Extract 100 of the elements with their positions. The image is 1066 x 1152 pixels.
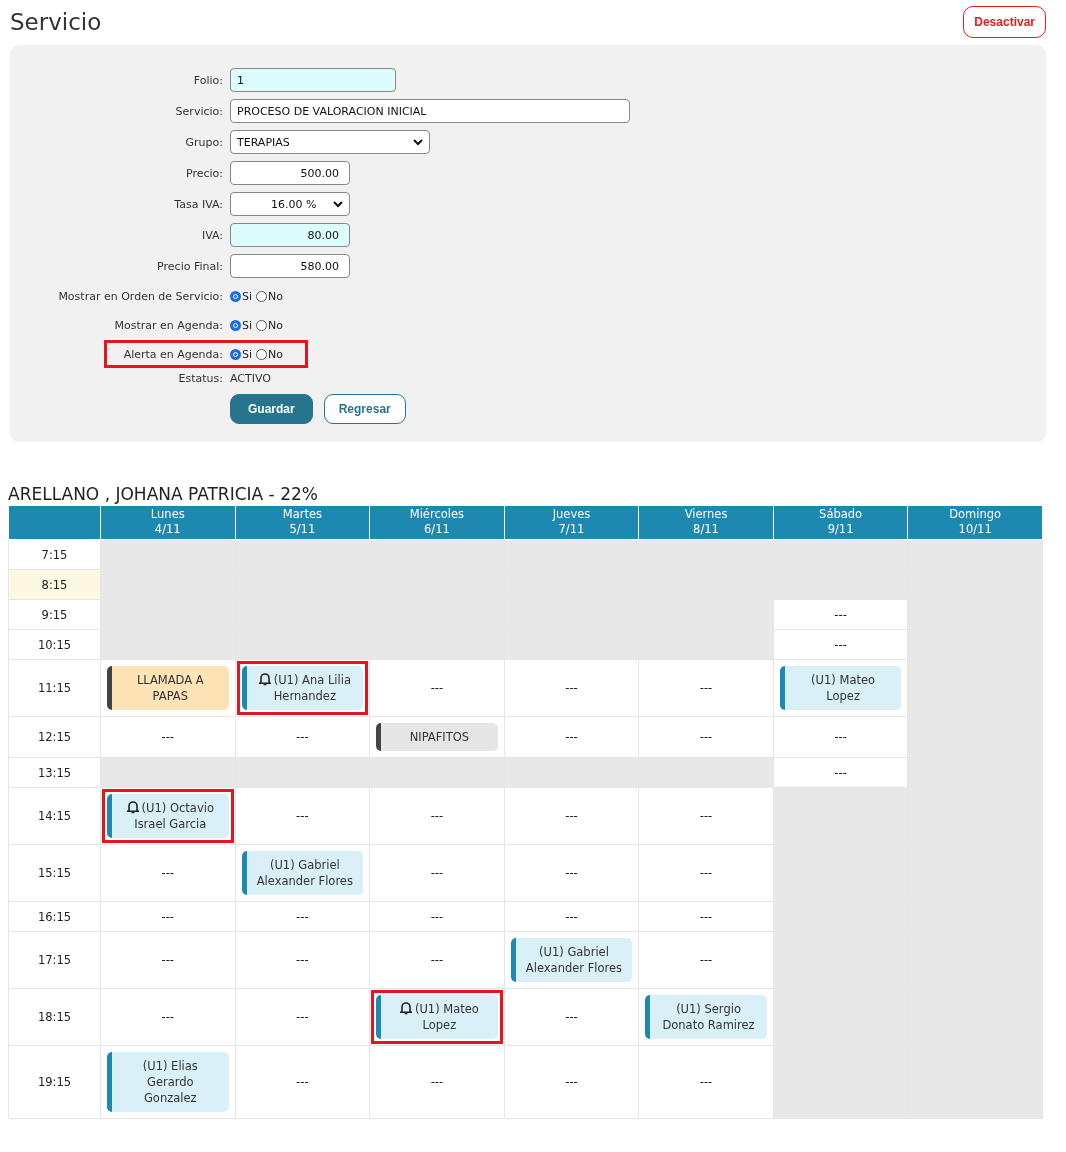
radio-label[interactable]: No — [268, 289, 283, 303]
empty-slot[interactable]: --- — [100, 931, 236, 989]
field-label: Alerta en Agenda: — [122, 346, 223, 363]
empty-slot[interactable]: --- — [369, 659, 505, 717]
radio-button[interactable] — [230, 290, 241, 302]
radio-button[interactable] — [256, 319, 268, 331]
select-field[interactable]: TERAPIAS — [230, 130, 430, 154]
empty-slot[interactable]: --- — [638, 787, 774, 845]
empty-slot[interactable]: --- — [504, 844, 639, 902]
chevron-icon — [333, 200, 343, 208]
empty-slot[interactable]: --- — [638, 844, 774, 902]
empty-slot[interactable]: --- — [638, 716, 774, 758]
field-label: Grupo: — [184, 135, 223, 149]
radio-label[interactable]: Si — [242, 347, 253, 361]
appointment-card[interactable]: (U1) Ana Lilia Hernandez — [241, 666, 364, 710]
time-cell: 10:15 — [8, 629, 101, 660]
day-header: Viernes 8/11 — [638, 506, 774, 540]
empty-slot[interactable]: --- — [235, 1045, 370, 1119]
field-label: IVA: — [200, 228, 223, 242]
empty-slot[interactable]: --- — [638, 901, 774, 932]
page-title: Servicio — [10, 9, 102, 35]
time-cell: 19:15 — [8, 1045, 101, 1119]
appointment-card[interactable]: (U1) Mateo Lopez — [376, 995, 498, 1039]
time-cell: 16:15 — [8, 901, 101, 932]
appointment-card[interactable]: (U1) Mateo Lopez — [779, 666, 902, 710]
field-label: Precio: — [184, 166, 223, 180]
empty-slot[interactable]: --- — [235, 901, 370, 932]
empty-slot[interactable]: --- — [100, 844, 236, 902]
time-cell: 9:15 — [8, 599, 101, 630]
appointment-card[interactable]: (U1) Elias Gerardo Gonzalez — [107, 1052, 229, 1112]
empty-slot[interactable]: --- — [235, 988, 370, 1046]
back-button[interactable]: Regresar — [323, 394, 406, 424]
empty-slot[interactable]: --- — [235, 931, 370, 989]
time-cell: 11:15 — [8, 659, 101, 717]
empty-slot[interactable]: --- — [369, 787, 505, 845]
field-label: Mostrar en Agenda: — [113, 317, 223, 334]
empty-slot[interactable]: --- — [369, 1045, 505, 1119]
empty-slot[interactable]: --- — [369, 931, 505, 989]
time-cell: 8:15 — [8, 569, 101, 600]
input-field[interactable]: 500.00 — [230, 161, 350, 185]
empty-slot[interactable]: --- — [638, 659, 774, 717]
day-header: Miércoles 6/11 — [369, 506, 505, 540]
day-header: Martes 5/11 — [235, 506, 370, 540]
status-value: ACTIVO — [230, 372, 271, 385]
deactivate-button[interactable]: Desactivar — [963, 6, 1046, 38]
save-button[interactable]: Guardar — [230, 394, 313, 424]
input-field[interactable]: 80.00 — [230, 223, 350, 247]
appointment-card[interactable]: (U1) Gabriel Alexander Flores — [241, 851, 364, 895]
appointment-card[interactable]: (U1) Octavio Israel Garcia — [107, 794, 229, 838]
empty-slot[interactable]: --- — [504, 988, 639, 1046]
time-cell: 15:15 — [8, 844, 101, 902]
select-field[interactable]: 16.00 % — [230, 192, 350, 216]
empty-slot[interactable]: --- — [504, 716, 639, 758]
empty-slot[interactable]: --- — [504, 1045, 639, 1119]
input-field[interactable]: 580.00 — [230, 254, 350, 278]
radio-button[interactable] — [230, 319, 241, 331]
radio-label[interactable]: No — [268, 318, 283, 332]
chevron-icon — [413, 138, 423, 146]
day-header: Domingo 10/11 — [907, 506, 1043, 540]
empty-slot[interactable]: --- — [235, 716, 370, 758]
empty-slot[interactable]: --- — [504, 659, 639, 717]
radio-label[interactable]: Si — [242, 289, 253, 303]
empty-slot[interactable]: --- — [235, 787, 370, 845]
empty-slot[interactable]: --- — [638, 1045, 774, 1119]
bell-icon — [258, 672, 271, 686]
empty-slot[interactable]: --- — [773, 716, 908, 758]
appointment-card[interactable]: (U1) Sergio Donato Ramirez — [645, 995, 767, 1039]
radio-label[interactable]: Si — [242, 318, 253, 332]
bell-icon — [126, 800, 139, 814]
schedule-title: ARELLANO , JOHANA PATRICIA - 22% — [8, 484, 319, 504]
appointment-card[interactable]: (U1) Gabriel Alexander Flores — [510, 938, 633, 982]
field-label: Tasa IVA: — [173, 197, 223, 211]
empty-slot[interactable]: --- — [504, 901, 639, 932]
empty-slot[interactable]: --- — [100, 716, 236, 758]
field-label: Folio: — [192, 73, 223, 87]
time-cell: 13:15 — [8, 757, 101, 788]
radio-button[interactable] — [230, 348, 241, 360]
field-label: Precio Final: — [156, 259, 223, 273]
empty-slot[interactable]: --- — [100, 988, 236, 1046]
empty-slot[interactable]: --- — [773, 757, 908, 788]
empty-slot[interactable]: --- — [100, 901, 236, 932]
appointment-card[interactable]: LLAMADA A PAPAS — [107, 666, 229, 710]
radio-button[interactable] — [256, 290, 268, 302]
input-field[interactable]: PROCESO DE VALORACION INICIAL — [230, 99, 630, 123]
time-cell: 17:15 — [8, 931, 101, 989]
empty-slot[interactable]: --- — [369, 901, 505, 932]
radio-label[interactable]: No — [268, 347, 283, 361]
empty-slot[interactable]: --- — [638, 931, 774, 989]
input-field[interactable]: 1 — [230, 68, 396, 92]
day-header: Jueves 7/11 — [504, 506, 639, 540]
time-cell: 14:15 — [8, 787, 101, 845]
appointment-card[interactable]: NIPAFITOS — [376, 723, 498, 751]
empty-slot[interactable]: --- — [369, 844, 505, 902]
bell-icon — [399, 1001, 412, 1015]
empty-slot[interactable]: --- — [773, 629, 908, 660]
time-cell: 12:15 — [8, 716, 101, 758]
field-label: Servicio: — [174, 104, 223, 118]
empty-slot[interactable]: --- — [773, 599, 908, 630]
empty-slot[interactable]: --- — [504, 787, 639, 845]
radio-button[interactable] — [256, 348, 268, 360]
